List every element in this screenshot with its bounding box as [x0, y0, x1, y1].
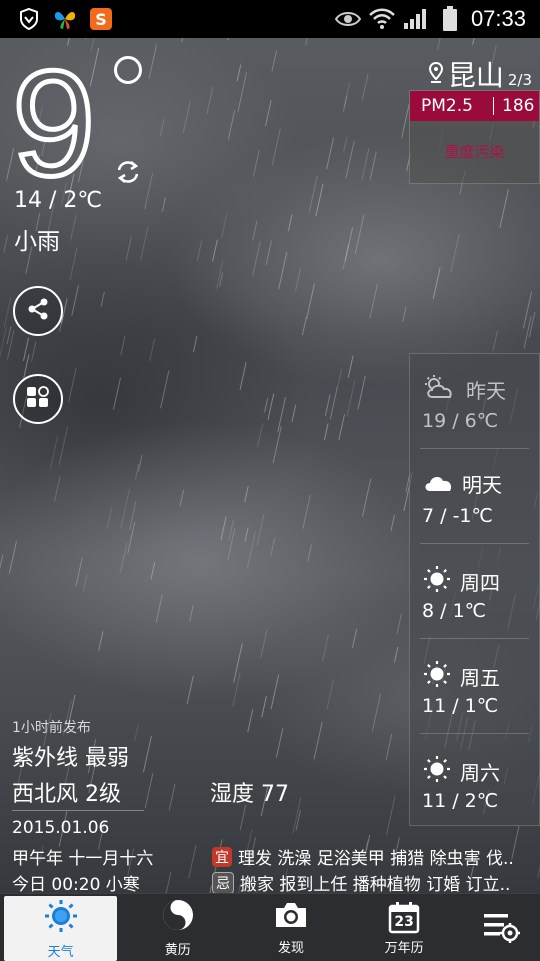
location-pin-icon [428, 61, 444, 89]
city-page-indicator: 2/3 [508, 71, 532, 89]
aqi-level: 重度污染 [410, 141, 539, 162]
almanac-date: 2015.01.06 [12, 818, 109, 838]
divider [12, 810, 144, 811]
tab-weather[interactable]: 天气 [4, 896, 117, 961]
sun-icon [43, 898, 79, 938]
forecast-temp: 11 / 1℃ [422, 695, 498, 717]
aqi-label: PM2.5 [410, 96, 485, 116]
sogou-icon: S [88, 6, 114, 32]
solar-term: 今日 00:20 小寒 [12, 870, 140, 895]
tab-discover[interactable]: 发现 [234, 894, 347, 961]
city-name: 昆山 [448, 54, 504, 94]
signal-icon [403, 6, 429, 32]
avoid-text: 搬家 报到上任 播种植物 订婚 订立.. [240, 870, 510, 895]
yin-yang-icon [161, 898, 195, 936]
clock-time: 07:33 [471, 6, 526, 32]
suitable-text: 理发 洗澡 足浴美甲 捕猎 除虫害 伐.. [238, 844, 514, 869]
humidity-info: 湿度 77 [210, 776, 289, 808]
cloud-icon [422, 471, 454, 497]
aqi-divider [493, 97, 494, 115]
sun-icon [422, 564, 452, 598]
forecast-day: 周四 [460, 567, 500, 596]
almanac-suitable[interactable]: 宜 理发 洗澡 足浴美甲 捕猎 除虫害 伐.. [212, 844, 538, 869]
weather-condition: 小雨 [14, 222, 60, 256]
forecast-item[interactable]: 周四 8 / 1℃ [420, 544, 529, 639]
city-selector[interactable]: 昆山 2/3 [428, 54, 532, 94]
refresh-icon[interactable] [114, 158, 142, 186]
suitable-tag: 宜 [212, 847, 232, 867]
calendar-day: 23 [387, 914, 421, 930]
eye-icon [335, 6, 361, 32]
avoid-tag: 忌 [212, 872, 234, 894]
tab-label: 黄历 [165, 939, 191, 958]
aqi-value: 186 [502, 96, 534, 116]
air-quality-panel[interactable]: PM2.5 186 重度污染 [409, 90, 540, 184]
status-bar: S 07:33 [0, 0, 540, 38]
settings-list-icon [480, 909, 520, 947]
uv-index: 紫外线 最弱 [12, 740, 129, 772]
forecast-temp: 8 / 1℃ [422, 600, 486, 622]
forecast-day: 周六 [460, 757, 500, 786]
forecast-item[interactable]: 昨天 19 / 6℃ [420, 354, 529, 449]
sun-icon [422, 754, 452, 788]
tab-label: 天气 [48, 941, 74, 960]
today-hi-lo: 14 / 2℃ [14, 188, 102, 213]
sun-icon [422, 659, 452, 693]
app-butterfly-icon [52, 6, 78, 32]
svg-text:S: S [95, 10, 107, 29]
tab-calendar[interactable]: 23 万年历 [348, 894, 461, 961]
tab-almanac[interactable]: 黄历 [121, 894, 234, 961]
tab-label: 万年历 [385, 937, 424, 956]
battery-icon [437, 6, 463, 32]
forecast-day: 周五 [460, 662, 500, 691]
forecast-item[interactable]: 周五 11 / 1℃ [420, 639, 529, 734]
camera-icon [273, 900, 309, 934]
shield-icon [16, 6, 42, 32]
degree-symbol [114, 56, 142, 84]
forecast-temp: 19 / 6℃ [422, 410, 498, 432]
widgets-button[interactable] [13, 374, 63, 424]
settings-menu-button[interactable] [461, 894, 540, 961]
tab-label: 发现 [278, 937, 304, 956]
forecast-temp: 11 / 2℃ [422, 790, 498, 812]
grid-apps-icon [25, 384, 51, 414]
forecast-temp: 7 / -1℃ [422, 505, 493, 527]
current-temperature: 9 [12, 48, 95, 198]
bottom-nav: 天气 黄历 发现 23 万年历 [0, 893, 540, 961]
forecast-day: 昨天 [466, 375, 506, 404]
lunar-date: 甲午年 十一月十六 [12, 844, 153, 869]
wind-info: 西北风 2级 [12, 776, 121, 808]
forecast-item[interactable]: 明天 7 / -1℃ [420, 449, 529, 544]
forecast-item[interactable]: 周六 11 / 2℃ [420, 734, 529, 828]
almanac-avoid[interactable]: 忌 搬家 报到上任 播种植物 订婚 订立.. [212, 870, 538, 895]
publish-time: 1小时前发布 [12, 717, 91, 737]
aqi-bar: PM2.5 186 [410, 91, 539, 121]
share-icon [25, 296, 51, 326]
wifi-icon [369, 6, 395, 32]
partly-cloudy-icon [422, 374, 458, 404]
forecast-day: 明天 [462, 469, 502, 498]
calendar-icon: 23 [387, 900, 421, 934]
share-button[interactable] [13, 286, 63, 336]
forecast-panel: 昨天 19 / 6℃ 明天 7 / -1℃ 周四 8 / 1℃ 周五 11 / … [409, 353, 540, 826]
